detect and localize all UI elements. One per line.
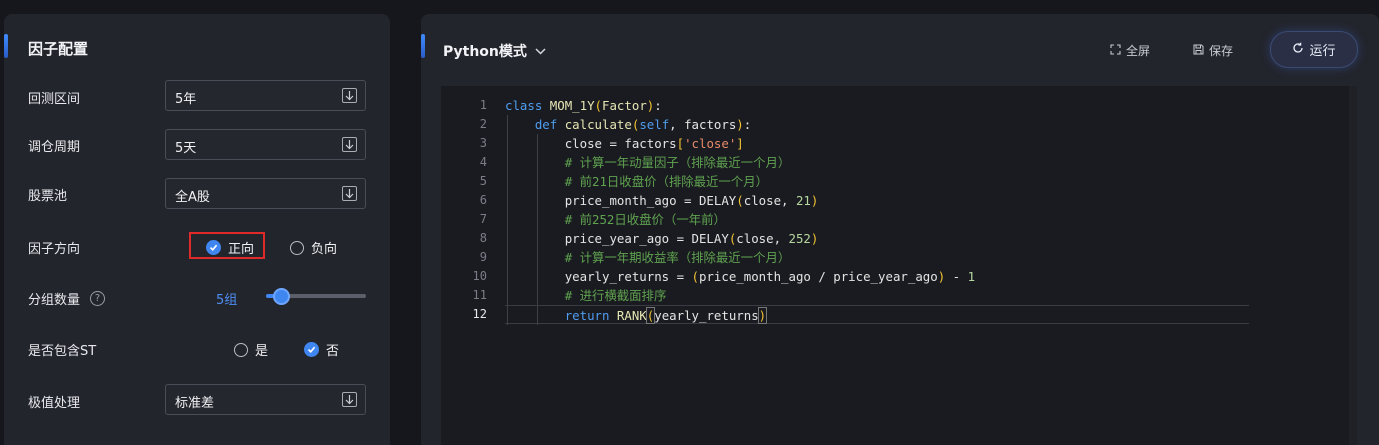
radio-checked-icon (206, 240, 221, 255)
editor-accent-bar (421, 34, 425, 58)
panel-title: 因子配置 (28, 40, 89, 58)
group-count-label: 分组数量 (28, 293, 81, 308)
line-number: 10 (472, 269, 487, 283)
code-line: # 前252日收盘价（一年前） (505, 210, 1357, 229)
code-line: # 计算一年动量因子（排除最近一个月） (505, 153, 1357, 172)
radio-unchecked-icon (290, 240, 304, 255)
title-accent-bar (4, 34, 8, 58)
stock-pool-select[interactable]: 全A股 (165, 178, 366, 209)
stock-pool-label: 股票池 (28, 189, 68, 204)
include-st-no-radio[interactable]: 否 (304, 340, 339, 359)
code-line: # 前21日收盘价（排除最近一个月） (505, 172, 1357, 191)
arrow-down-box-icon (342, 186, 357, 201)
line-number-gutter: 1 2 3 4 5 6 7 8 9 10 11 12 (441, 96, 487, 324)
include-st-label: 是否包含ST (28, 344, 97, 359)
code-line: class MOM_1Y(Factor): (505, 98, 662, 113)
outlier-handling-label: 极值处理 (28, 396, 81, 411)
run-button[interactable]: 运行 (1270, 31, 1358, 68)
group-count-value: 5组 (216, 293, 238, 308)
line-number: 2 (479, 117, 487, 131)
line-number: 9 (479, 250, 487, 264)
factor-config-panel: 因子配置 回测区间 5年 调仓周期 5天 股票池 全A股 因子方向 正向 负向 … (4, 14, 390, 445)
line-number: 8 (479, 231, 487, 245)
code-editor[interactable]: 1 2 3 4 5 6 7 8 9 10 11 12 class MOM_1Y(Factor): de… (441, 86, 1357, 445)
help-icon[interactable]: ? (90, 291, 105, 306)
fullscreen-icon (1110, 43, 1121, 58)
fullscreen-button[interactable]: 全屏 (1110, 42, 1150, 59)
line-number: 6 (479, 193, 487, 207)
include-st-yes-radio[interactable]: 是 (234, 340, 268, 359)
line-number: 11 (472, 288, 487, 302)
rebalance-period-value: 5天 (175, 141, 197, 156)
code-line: # 计算一年期收益率（排除最近一个月） (505, 248, 1357, 267)
factor-direction-label: 因子方向 (28, 242, 81, 257)
line-number: 5 (479, 174, 487, 188)
code-editor-panel: Python模式 全屏 保存 运行 1 2 3 4 5 6 7 8 9 10 11 12 class … (421, 14, 1379, 445)
backtest-period-label: 回测区间 (28, 92, 81, 107)
code-line-current: return RANK(yearly_returns) (505, 305, 1249, 325)
line-number: 3 (479, 136, 487, 150)
include-st-yes-label: 是 (255, 344, 269, 359)
stock-pool-value: 全A股 (175, 190, 210, 205)
editor-scrollbar[interactable] (1349, 86, 1357, 445)
rebalance-period-select[interactable]: 5天 (165, 129, 366, 160)
line-number: 1 (479, 98, 487, 112)
code-line: yearly_returns = (price_month_ago / pric… (505, 267, 1357, 286)
save-button[interactable]: 保存 (1193, 42, 1233, 59)
save-label: 保存 (1209, 44, 1234, 58)
direction-negative-radio[interactable]: 负向 (290, 238, 337, 257)
line-number: 12 (472, 307, 487, 321)
refresh-icon (1292, 42, 1304, 58)
outlier-handling-select[interactable]: 标准差 (165, 384, 366, 415)
line-number: 4 (479, 155, 487, 169)
direction-positive-label: 正向 (228, 242, 255, 257)
line-number: 7 (479, 212, 487, 226)
group-count-slider-thumb[interactable] (273, 288, 290, 305)
radio-unchecked-icon (234, 342, 248, 357)
mode-selector[interactable]: Python模式 (443, 41, 546, 61)
backtest-period-value: 5年 (175, 92, 197, 107)
direction-positive-radio[interactable]: 正向 (206, 238, 254, 257)
code-line: # 进行横截面排序 (505, 286, 1357, 305)
direction-negative-label: 负向 (311, 242, 338, 257)
code-line: def calculate(self, factors): (505, 115, 1357, 134)
mode-title: Python模式 (443, 44, 527, 60)
run-label: 运行 (1309, 44, 1336, 59)
chevron-down-icon (535, 43, 546, 59)
arrow-down-box-icon (342, 88, 357, 103)
code-line: price_month_ago = DELAY(close, 21) (505, 191, 1357, 210)
radio-checked-icon (304, 342, 319, 357)
outlier-handling-value: 标准差 (175, 396, 215, 411)
arrow-down-box-icon (342, 392, 357, 407)
code-line: price_year_ago = DELAY(close, 252) (505, 229, 1357, 248)
arrow-down-box-icon (342, 137, 357, 152)
include-st-no-label: 否 (326, 344, 340, 359)
floppy-icon (1193, 44, 1204, 58)
rebalance-period-label: 调仓周期 (28, 140, 81, 155)
code-line: close = factors['close'] (505, 134, 1357, 153)
fullscreen-label: 全屏 (1126, 44, 1151, 58)
backtest-period-select[interactable]: 5年 (165, 80, 366, 111)
code-area[interactable]: class MOM_1Y(Factor): def calculate(self… (505, 96, 1357, 325)
